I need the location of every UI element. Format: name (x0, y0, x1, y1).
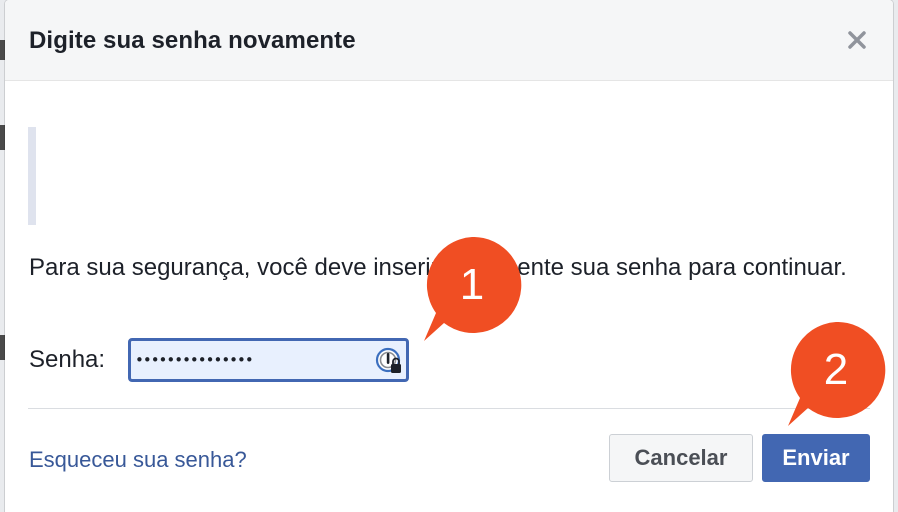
password-label: Senha: (29, 346, 106, 373)
submit-button[interactable]: Enviar (762, 434, 870, 482)
callout-2: 2 (788, 322, 898, 432)
password-field[interactable] (128, 338, 409, 382)
callout-number: 1 (459, 260, 485, 309)
password-input[interactable] (135, 344, 365, 376)
forgot-password-link[interactable]: Esqueceu sua senha? (29, 447, 247, 473)
dialog-header: Digite sua senha novamente (5, 0, 893, 81)
callout-1: 1 (424, 237, 534, 347)
cancel-button[interactable]: Cancelar (609, 434, 753, 482)
password-manager-icon[interactable] (374, 346, 404, 376)
footer-divider (28, 408, 870, 409)
dialog-title: Digite sua senha novamente (29, 27, 356, 54)
callout-number: 2 (823, 345, 849, 394)
content-placeholder (28, 127, 36, 225)
close-icon (848, 31, 866, 49)
close-button[interactable] (845, 28, 869, 52)
